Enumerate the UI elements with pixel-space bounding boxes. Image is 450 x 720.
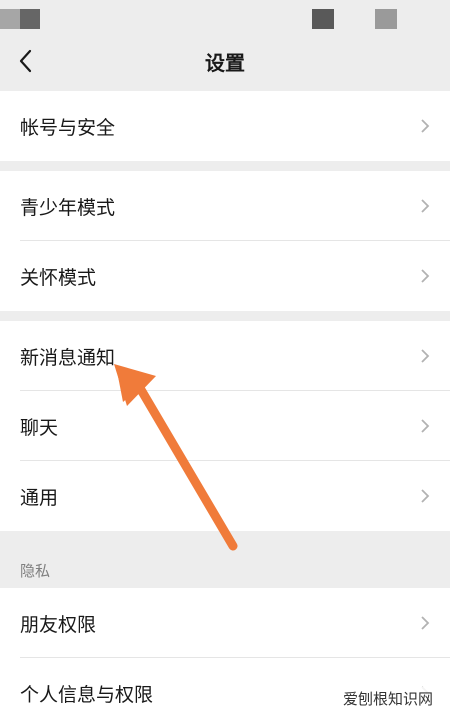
row-label: 关怀模式 (20, 267, 97, 289)
section-header-privacy: 隐私 (0, 531, 450, 588)
section-header-label: 隐私 (20, 562, 51, 580)
watermark: 爱刨根知识网 (339, 687, 436, 710)
status-bar (0, 0, 450, 36)
group-gap (0, 161, 450, 171)
status-bar-pixelated-left (0, 9, 40, 29)
chevron-right-icon (421, 419, 430, 433)
row-teen-mode[interactable]: 青少年模式 (0, 171, 450, 241)
chevron-right-icon (421, 199, 430, 213)
row-label: 朋友权限 (20, 614, 97, 636)
chevron-right-icon (421, 616, 430, 630)
settings-group-account: 帐号与安全 (0, 91, 450, 161)
row-new-message-notification[interactable]: 新消息通知 (0, 321, 450, 391)
row-account-security[interactable]: 帐号与安全 (0, 91, 450, 161)
chevron-right-icon (421, 349, 430, 363)
row-label: 帐号与安全 (20, 117, 116, 139)
page-title: 设置 (205, 51, 245, 75)
status-bar-pixelated-right-1 (312, 9, 334, 29)
chevron-right-icon (421, 119, 430, 133)
settings-group-modes: 青少年模式 关怀模式 (0, 171, 450, 311)
chevron-right-icon (421, 489, 430, 503)
row-label: 青少年模式 (20, 197, 116, 219)
chevron-right-icon (421, 269, 430, 283)
nav-bar: 设置 (0, 36, 450, 91)
row-chat[interactable]: 聊天 (0, 391, 450, 461)
row-label: 聊天 (20, 417, 59, 439)
row-friend-permissions[interactable]: 朋友权限 (0, 588, 450, 658)
group-gap (0, 311, 450, 321)
settings-group-general: 新消息通知 聊天 通用 (0, 321, 450, 531)
row-general[interactable]: 通用 (0, 461, 450, 531)
status-bar-pixelated-right-2 (375, 9, 397, 29)
row-label: 新消息通知 (20, 347, 116, 369)
row-label: 个人信息与权限 (20, 684, 154, 706)
row-label: 通用 (20, 487, 59, 509)
row-care-mode[interactable]: 关怀模式 (0, 241, 450, 311)
